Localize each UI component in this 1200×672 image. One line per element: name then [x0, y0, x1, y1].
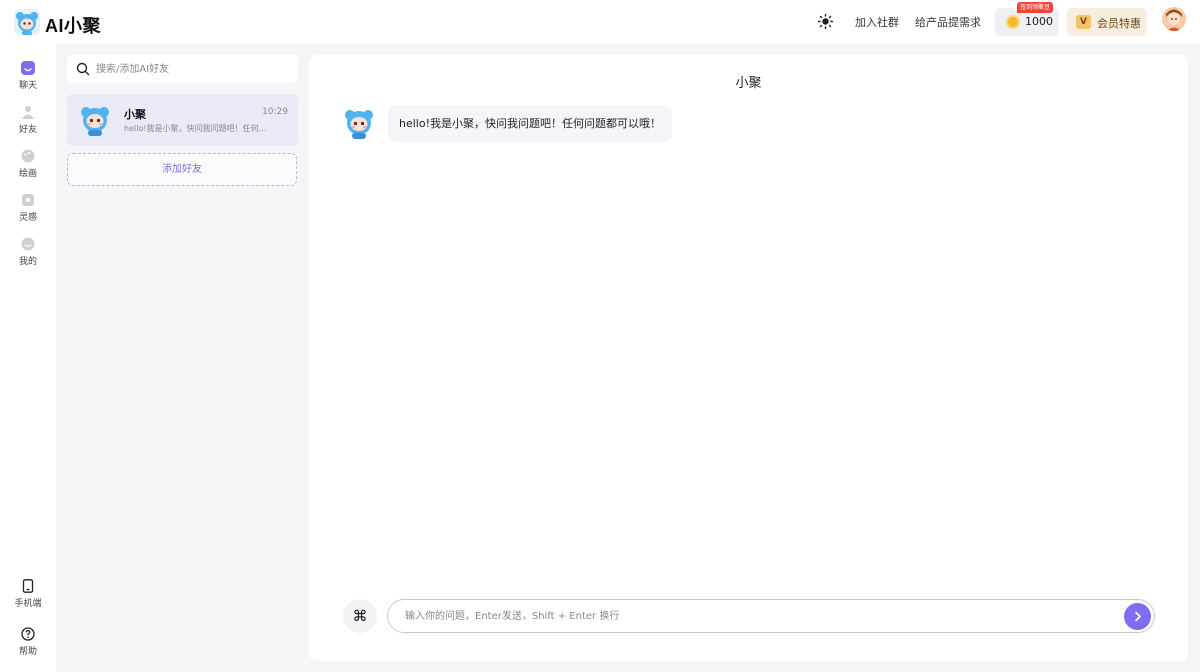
nav-item-profile[interactable]: 我的: [0, 237, 56, 267]
nav-label-mobile: 手机端: [14, 599, 42, 609]
vip-offer-button[interactable]: V 会员特惠: [1067, 8, 1147, 36]
nav-label-help: 帮助: [18, 647, 37, 657]
palette-icon: [21, 149, 35, 163]
nav-label-chat: 聊天: [18, 81, 37, 91]
contact-preview: hello!我是小聚，快问我问题吧！任何问题都可以哦！: [124, 124, 274, 133]
bot-message-bubble: hello!我是小聚，快问我问题吧！任何问题都可以哦！: [388, 105, 672, 142]
contacts-panel: 小聚 10:29 hello!我是小聚，快问我问题吧！任何问题都可以哦！ 添加好…: [56, 44, 309, 672]
nav-label-draw: 绘画: [18, 169, 37, 179]
help-icon: [21, 627, 35, 641]
brand-title: AI小聚: [45, 16, 101, 36]
mobile-icon: [22, 579, 34, 593]
join-community-link[interactable]: 加入社群: [855, 14, 899, 30]
send-button[interactable]: [1124, 603, 1151, 630]
chat-panel: 小聚 hello!我是小聚，快问我问题吧！任何问题都可以哦！ ⌘: [309, 55, 1188, 661]
add-friend-button[interactable]: 添加好友: [67, 153, 297, 186]
nav-label-friends: 好友: [18, 125, 37, 135]
nav-item-chat[interactable]: 聊天: [0, 61, 56, 91]
chat-input[interactable]: [405, 606, 1105, 626]
nav-item-mobile[interactable]: 手机端: [0, 579, 56, 609]
user-avatar[interactable]: [1162, 7, 1186, 31]
nav-label-inspiration: 灵感: [18, 213, 37, 223]
profile-icon: [21, 237, 35, 251]
search-input[interactable]: [96, 59, 291, 79]
chevron-right-icon: [1135, 611, 1141, 622]
search-icon: [76, 62, 90, 76]
chat-input-box: [387, 599, 1155, 633]
chat-title: 小聚: [735, 76, 762, 91]
vip-crown-icon: V: [1076, 15, 1091, 29]
left-nav: 聊天 好友 绘画 灵感 我的 手机端 帮助: [0, 44, 56, 672]
nav-item-draw[interactable]: 绘画: [0, 149, 56, 179]
app-logo-icon: [14, 9, 40, 35]
nav-item-friends[interactable]: 好友: [0, 105, 56, 135]
contact-item-xiaoju[interactable]: 小聚 10:29 hello!我是小聚，快问我问题吧！任何问题都可以哦！: [67, 94, 298, 146]
chat-icon: [21, 61, 35, 75]
xiaoju-avatar-icon: [81, 107, 109, 136]
inspiration-icon: [22, 194, 34, 206]
top-header: AI小聚 加入社群 给产品提需求 1000 签到领聚豆 V 会员特惠: [0, 0, 1200, 44]
coin-count: 1000: [1025, 15, 1053, 28]
nav-item-help[interactable]: 帮助: [0, 627, 56, 657]
contact-time: 10:29: [262, 107, 288, 117]
vip-label: 会员特惠: [1097, 17, 1141, 30]
coin-icon: [1006, 15, 1020, 29]
bot-avatar-icon: [345, 110, 373, 139]
command-button[interactable]: ⌘: [343, 599, 377, 633]
friends-icon: [22, 106, 34, 119]
contact-name: 小聚: [124, 108, 146, 121]
checkin-badge[interactable]: 签到领聚豆: [1017, 2, 1054, 13]
user-avatar-icon: [1162, 7, 1186, 31]
nav-label-profile: 我的: [18, 257, 37, 267]
feature-request-link[interactable]: 给产品提需求: [915, 14, 981, 30]
nav-item-inspiration[interactable]: 灵感: [0, 193, 56, 223]
theme-toggle-sun-icon[interactable]: [817, 13, 834, 30]
search-box: [67, 55, 298, 83]
